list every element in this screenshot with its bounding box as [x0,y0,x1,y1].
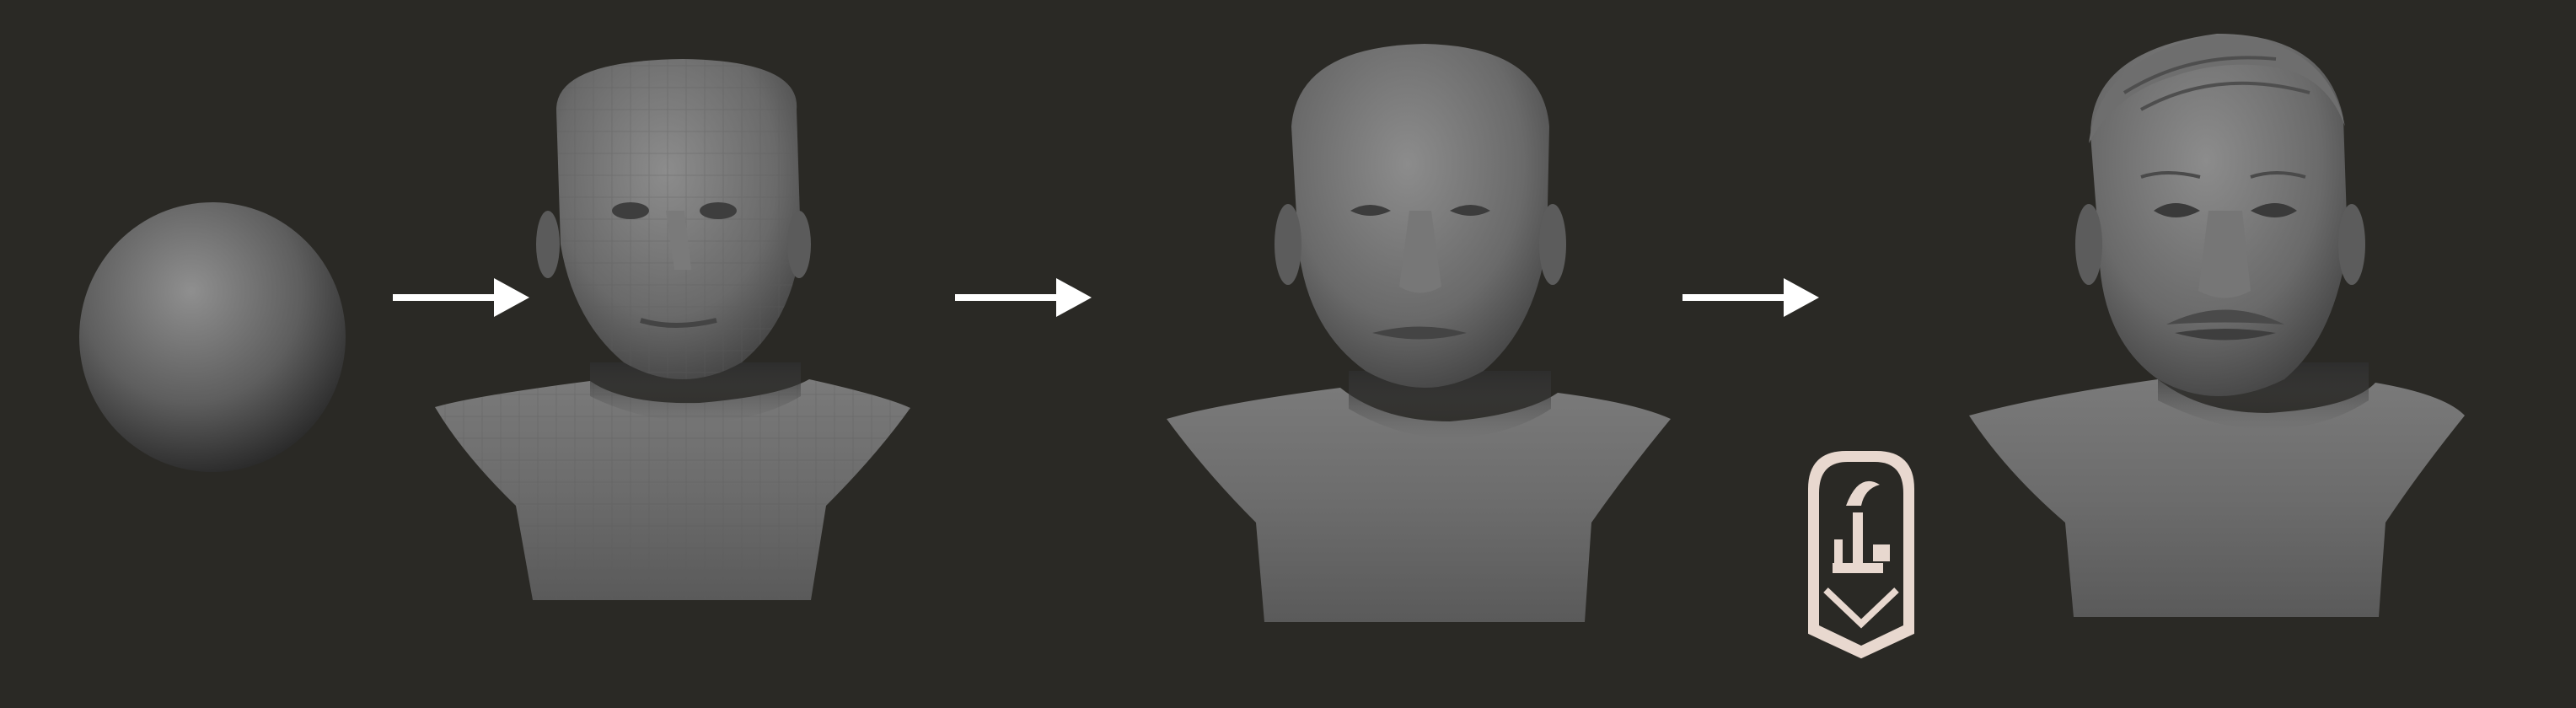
smooth-bust-model [1167,44,1671,622]
sculpt-canvas [79,34,2465,659]
arabic-calligraphy-emblem-logo [1808,451,1914,659]
arrow-icon [955,278,1092,317]
sphere-model [79,202,346,472]
arrow-icon [1682,278,1819,317]
blockout-bust-model [435,59,910,600]
sculpt-progression [0,0,2576,708]
arrow-icon [393,278,529,317]
detailed-bust-model [1969,34,2465,617]
